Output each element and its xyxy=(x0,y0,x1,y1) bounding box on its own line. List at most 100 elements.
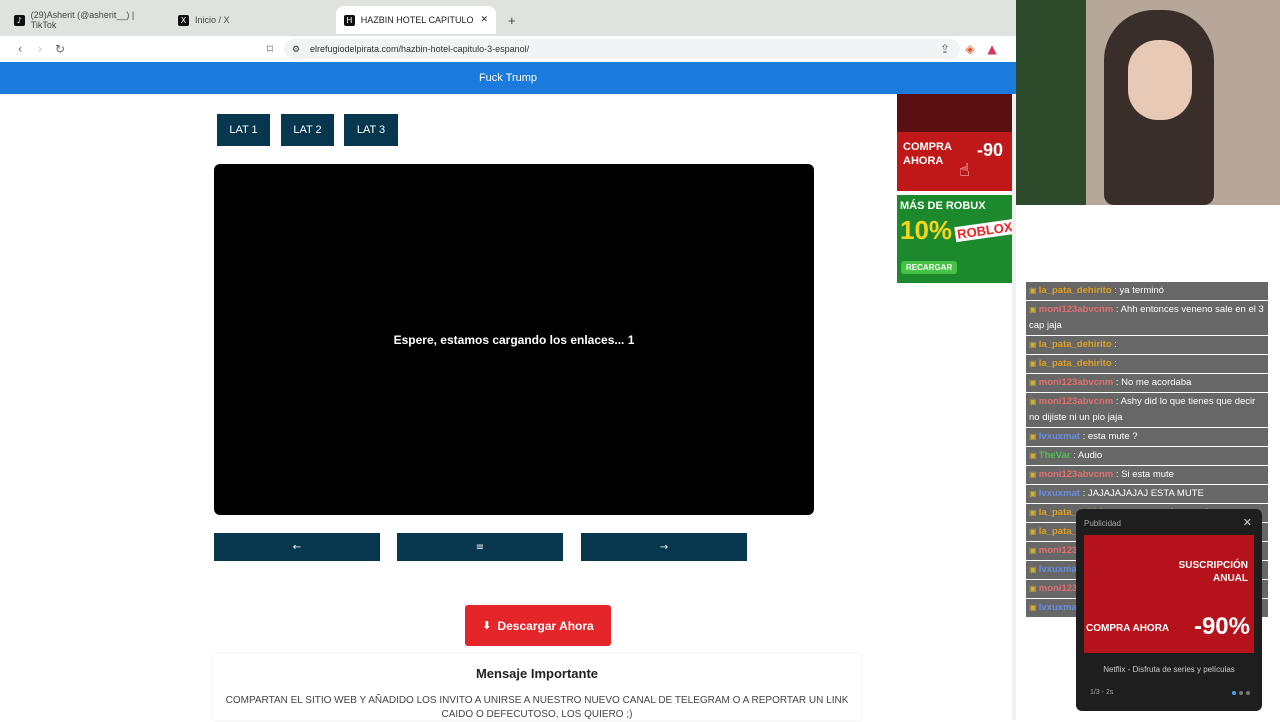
tab-label: Inicio / X xyxy=(195,15,230,25)
new-tab-button[interactable]: + xyxy=(500,6,524,34)
next-episode-button[interactable]: → xyxy=(581,533,747,561)
chat-badge-icon: ▣ xyxy=(1029,286,1039,295)
headline-line1: SUSCRIPCIÓN xyxy=(1178,560,1248,571)
tab-label: HAZBIN HOTEL CAPITULO 3 ESP xyxy=(360,15,475,25)
chat-text: : ya terminó xyxy=(1114,285,1164,296)
chat-username[interactable]: lvxuxmat xyxy=(1039,602,1080,613)
chat-text: : No me acordaba xyxy=(1115,377,1192,388)
message-title: Mensaje Importante xyxy=(475,666,599,681)
chat-badge-icon: ▣ xyxy=(1029,584,1039,593)
site-info-icon[interactable]: ⚙ xyxy=(292,44,300,55)
dot[interactable] xyxy=(1246,691,1250,695)
prev-episode-button[interactable]: ← xyxy=(214,533,380,561)
lat1-button[interactable]: LAT 1 xyxy=(217,114,270,146)
site-icon: H xyxy=(344,14,355,26)
chat-username[interactable]: moni123abvcnm xyxy=(1039,304,1113,315)
chat-badge-icon: ▣ xyxy=(1029,340,1039,349)
chat-message: ▣ lvxuxmat : esta mute ? xyxy=(1026,428,1268,446)
carousel-dots[interactable] xyxy=(1232,691,1250,695)
lat3-button[interactable]: LAT 3 xyxy=(344,114,398,146)
chat-username[interactable]: moni123abvcnm xyxy=(1039,377,1113,388)
ad-banner-2[interactable]: MÁS DE ROBUX 10% ROBLOX RECARGAR xyxy=(897,195,1016,302)
chat-text: : esta mute ? xyxy=(1082,431,1138,442)
ad2-title: MÁS DE ROBUX xyxy=(900,200,986,212)
tab-hazbin[interactable]: H HAZBIN HOTEL CAPITULO 3 ESP ✕ xyxy=(336,6,496,34)
chat-badge-icon: ▣ xyxy=(1029,508,1039,517)
bookmark-icon[interactable]: ⌑ xyxy=(261,40,279,58)
brave-shield-icon[interactable]: ◈ xyxy=(961,40,979,58)
chat-text: : JAJAJAJAJAJ ESTA MUTE xyxy=(1082,488,1204,499)
reload-icon[interactable]: ↻ xyxy=(51,40,69,58)
popup-ad[interactable]: Publicidad ✕ SUSCRIPCIÓN ANUAL COMPRA AH… xyxy=(1076,509,1262,711)
dot-active[interactable] xyxy=(1232,691,1236,695)
chat-username[interactable]: moni123abvcnm xyxy=(1039,469,1113,480)
chat-username[interactable]: la_pata_dehirito xyxy=(1039,339,1112,350)
chat-text: : xyxy=(1114,358,1117,369)
rewards-icon[interactable]: ▲ xyxy=(983,40,1001,58)
ad-banner-1[interactable]: COMPRA AHORA -90 ☝ xyxy=(897,94,1016,191)
chat-message: ▣ la_pata_dehirito : xyxy=(1026,336,1268,354)
ad-discount: -90% xyxy=(1193,613,1250,640)
back-icon[interactable]: ‹ xyxy=(11,40,29,58)
chat-badge-icon: ▣ xyxy=(1029,527,1039,536)
tiktok-icon: ♪ xyxy=(14,14,25,26)
message-text: COMPARTAN EL SITIO WEB Y AÑADIDO LOS INV… xyxy=(225,695,849,720)
payment-icons xyxy=(897,283,1016,302)
ad1-line1: COMPRA xyxy=(903,141,952,153)
plus-icon: + xyxy=(508,12,516,28)
chat-username[interactable]: TheVar xyxy=(1039,450,1071,461)
chat-text: : Audio xyxy=(1073,450,1103,461)
download-button[interactable]: ⬇ Descargar Ahora xyxy=(465,605,611,646)
share-icon[interactable]: ⇪ xyxy=(936,40,954,58)
ad-caption: Netflix - Disfruta de series y películas xyxy=(1103,665,1235,674)
download-label: Descargar Ahora xyxy=(497,618,594,633)
ad1-text: COMPRA AHORA xyxy=(903,140,952,168)
face-image xyxy=(1128,40,1192,120)
ad-pager: 1/3 - 2s xyxy=(1090,689,1114,696)
chat-username[interactable]: lvxuxmat xyxy=(1039,488,1080,499)
ad2-cta: RECARGAR xyxy=(901,261,958,274)
chat-message: ▣ la_pata_dehirito : xyxy=(1026,355,1268,373)
chat-username[interactable]: lvxuxmat xyxy=(1039,564,1080,575)
url-text: elrefugiodelpirata.com/hazbin-hotel-capi… xyxy=(310,44,530,54)
video-player[interactable]: Espere, estamos cargando los enlaces... … xyxy=(214,164,814,515)
chat-badge-icon: ▣ xyxy=(1029,546,1039,555)
chat-badge-icon: ▣ xyxy=(1029,565,1039,574)
address-bar[interactable]: ⚙ elrefugiodelpirata.com/hazbin-hotel-ca… xyxy=(284,39,960,59)
ad-headline: SUSCRIPCIÓN ANUAL xyxy=(1179,559,1248,585)
dot[interactable] xyxy=(1239,691,1243,695)
chat-badge-icon: ▣ xyxy=(1029,489,1039,498)
forward-icon[interactable]: › xyxy=(31,40,49,58)
page-scrollbar[interactable] xyxy=(1012,94,1016,720)
tab-tiktok[interactable]: ♪ (29)Asherit (@asherit__) | TikTok xyxy=(6,6,166,34)
close-icon[interactable]: ✕ xyxy=(1243,516,1252,529)
download-icon: ⬇ xyxy=(482,619,492,632)
close-tab-icon[interactable]: ✕ xyxy=(480,15,488,25)
chat-badge-icon: ▣ xyxy=(1029,359,1039,368)
episode-list-button[interactable]: ≡ xyxy=(397,533,563,561)
chat-username[interactable]: lvxuxmat xyxy=(1039,431,1080,442)
lat2-button[interactable]: LAT 2 xyxy=(281,114,334,146)
ad-label: Publicidad xyxy=(1084,519,1121,528)
chat-badge-icon: ▣ xyxy=(1029,432,1039,441)
chat-username[interactable]: la_pata_dehirito xyxy=(1039,285,1112,296)
chat-username[interactable]: moni123abvcnm xyxy=(1039,396,1113,407)
tab-x[interactable]: X Inicio / X xyxy=(170,6,330,34)
headline-line2: ANUAL xyxy=(1213,573,1248,584)
ad2-brand: ROBLOX xyxy=(954,218,1016,243)
chat-message: ▣ la_pata_dehirito : ya terminó xyxy=(1026,282,1268,300)
chat-message: ▣ lvxuxmat : JAJAJAJAJAJ ESTA MUTE xyxy=(1026,485,1268,503)
site-banner: Fuck Trump xyxy=(0,62,1016,94)
chat-username[interactable]: la_pata_dehirito xyxy=(1039,358,1112,369)
chat-text: : xyxy=(1114,339,1117,350)
hand-cursor-icon: ☝ xyxy=(959,160,970,181)
tab-bar: ♪ (29)Asherit (@asherit__) | TikTok X In… xyxy=(0,0,1016,36)
chat-message: ▣ TheVar : Audio xyxy=(1026,447,1268,465)
chat-badge-icon: ▣ xyxy=(1029,305,1039,314)
webcam-overlay xyxy=(1016,0,1280,205)
chat-message: ▣ moni123abvcnm : Ashy did lo que tienes… xyxy=(1026,393,1268,427)
player-status: Espere, estamos cargando los enlaces... … xyxy=(393,332,635,347)
banner-text: Fuck Trump xyxy=(478,72,538,84)
important-message: Mensaje Importante COMPARTAN EL SITIO WE… xyxy=(213,654,861,720)
ad1-discount: -90 xyxy=(977,140,1004,160)
